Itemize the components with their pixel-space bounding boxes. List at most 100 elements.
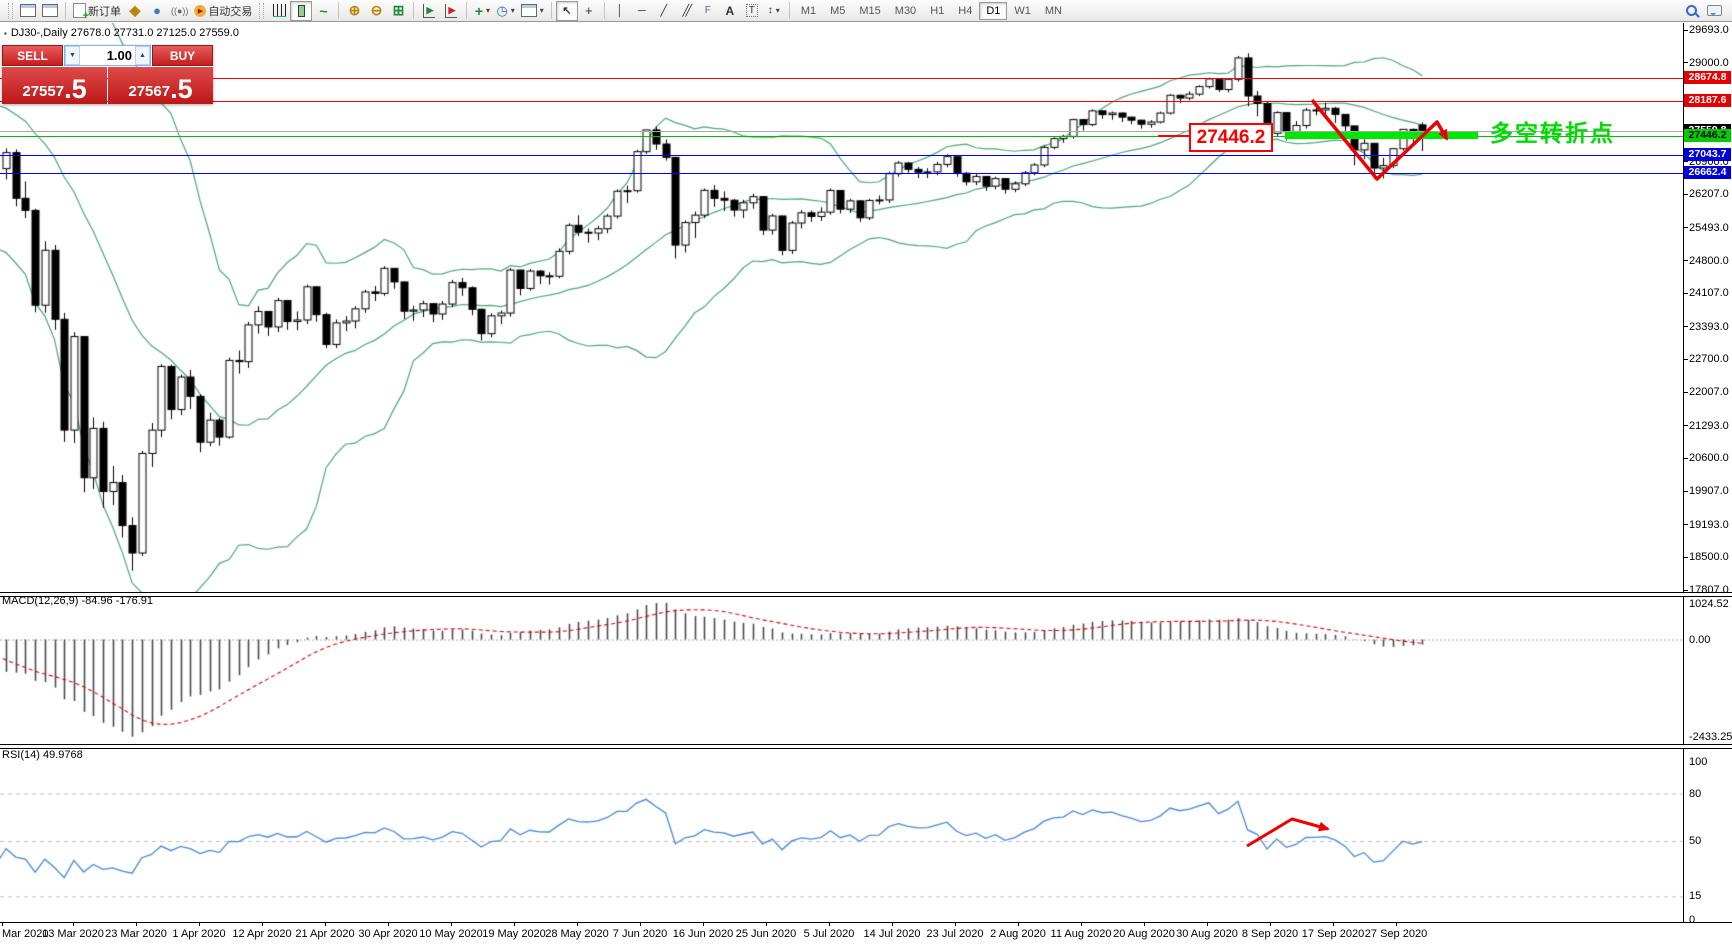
templates-button[interactable]: ▾ xyxy=(518,1,547,21)
label-tool-icon: T xyxy=(746,4,758,17)
chart-symbol-icon: ▪ xyxy=(4,29,7,38)
date-axis-label: 12 Apr 2020 xyxy=(232,928,291,940)
zoom-out-button[interactable]: ⊖ xyxy=(365,1,387,21)
date-axis-tick xyxy=(703,923,704,926)
toolbar-grip xyxy=(259,3,264,19)
top-toolbar: 新订单 ◆ ● ((●)) ▶ 自动交易 ~ ⊕ ⊖ ⊞ ▶ ▶ +▾ ◷▾ ▾… xyxy=(0,0,1732,22)
crosshair-icon: + xyxy=(585,3,593,18)
cursor-tool-button[interactable]: ↖ xyxy=(556,1,578,21)
indicators-plus-icon: + xyxy=(475,3,483,19)
volume-decrease-button[interactable]: ▼ xyxy=(65,46,80,65)
up-arrow-icon: ▲ xyxy=(139,52,146,59)
date-axis-tick xyxy=(766,923,767,926)
fibonacci-icon: F xyxy=(705,5,711,16)
new-order-icon xyxy=(73,3,86,18)
date-axis-tick xyxy=(955,923,956,926)
periods-button[interactable]: ◷▾ xyxy=(493,1,517,21)
date-axis-label: 2 Aug 2020 xyxy=(990,928,1046,940)
rsi-axis-label: 15 xyxy=(1689,890,1701,902)
main-chart-canvas[interactable] xyxy=(0,23,1684,592)
price-badge-27043.7: 27043.7 xyxy=(1684,148,1731,161)
volume-increase-button[interactable]: ▲ xyxy=(135,46,150,65)
price-badge-28187.6: 28187.6 xyxy=(1684,94,1731,107)
bar-chart-icon xyxy=(273,4,286,17)
green-highlight-band[interactable] xyxy=(1285,132,1478,139)
panel-divider[interactable] xyxy=(0,592,1732,597)
timeframe-button-mn[interactable]: MN xyxy=(1038,2,1069,20)
new-order-button[interactable]: 新订单 xyxy=(70,1,124,21)
date-axis-tick xyxy=(1018,923,1019,926)
timeframe-button-m30[interactable]: M30 xyxy=(888,2,923,20)
label-tool-button[interactable]: T xyxy=(741,1,763,21)
macd-panel-canvas[interactable] xyxy=(0,596,1684,744)
new-chart-button[interactable] xyxy=(17,1,39,21)
trendline-tool-button[interactable]: ╱ xyxy=(653,1,675,21)
vertical-line-tool-button[interactable]: │ xyxy=(609,1,631,21)
timeframe-button-m1[interactable]: M1 xyxy=(794,2,823,20)
date-axis-label: 30 Apr 2020 xyxy=(358,928,417,940)
price-axis-label: 29000.0 xyxy=(1689,57,1729,69)
price-axis-label: 22700.0 xyxy=(1689,353,1729,365)
date-axis-label: 5 Jul 2020 xyxy=(804,928,855,940)
timeframe-button-m15[interactable]: M15 xyxy=(852,2,887,20)
bar-chart-mode-button[interactable] xyxy=(268,1,290,21)
search-icon[interactable] xyxy=(1686,5,1697,16)
price-axis-label: 23393.0 xyxy=(1689,321,1729,333)
buy-price-display[interactable]: 27567 .5 xyxy=(108,67,213,104)
level-price-box[interactable]: 27446.2 xyxy=(1189,123,1273,152)
text-tool-button[interactable]: A xyxy=(719,1,741,21)
date-axis-tick xyxy=(325,923,326,926)
timeframe-button-h4[interactable]: H4 xyxy=(951,2,979,20)
tile-windows-button[interactable]: ⊞ xyxy=(387,1,409,21)
profiles-button[interactable] xyxy=(39,1,61,21)
price-axis-label: 24800.0 xyxy=(1689,255,1729,267)
date-axis-label: Mar 2020 xyxy=(2,928,48,940)
date-axis-tick xyxy=(640,923,641,926)
horizontal-line-tool-button[interactable]: ─ xyxy=(631,1,653,21)
zoom-in-button[interactable]: ⊕ xyxy=(343,1,365,21)
one-click-trading-panel: SELL ▼ ▲ BUY 27557 .5 27567 .5 xyxy=(2,45,213,104)
macd-axis-label: -2433.25 xyxy=(1689,731,1732,743)
date-axis-label: 17 Sep 2020 xyxy=(1302,928,1364,940)
volume-input[interactable] xyxy=(80,46,135,65)
date-axis-tick xyxy=(1396,923,1397,926)
panel-divider[interactable] xyxy=(0,744,1732,749)
date-axis-label: 14 Jul 2020 xyxy=(864,928,921,940)
autotrading-button[interactable]: ▶ 自动交易 xyxy=(191,1,255,21)
price-axis-label: 18500.0 xyxy=(1689,551,1729,563)
market-watch-button[interactable]: ● xyxy=(146,1,168,21)
vertical-line-icon: │ xyxy=(616,5,623,17)
date-axis-label: 19 May 2020 xyxy=(482,928,546,940)
toolbar-separator xyxy=(789,2,790,19)
timeframe-button-w1[interactable]: W1 xyxy=(1007,2,1038,20)
chart-shift-button[interactable]: ▶ xyxy=(440,1,462,21)
crosshair-tool-button[interactable]: + xyxy=(578,1,600,21)
timeframe-button-d1[interactable]: D1 xyxy=(979,2,1007,20)
history-center-button[interactable]: ◆ xyxy=(124,1,146,21)
buy-button[interactable]: BUY xyxy=(152,45,213,66)
channel-tool-button[interactable]: ╱ xyxy=(675,1,697,21)
signals-button[interactable]: ((●)) xyxy=(168,1,191,21)
line-chart-mode-button[interactable]: ~ xyxy=(312,1,334,21)
timeframe-button-m5[interactable]: M5 xyxy=(823,2,852,20)
timeframe-button-h1[interactable]: H1 xyxy=(923,2,951,20)
volume-stepper: ▼ ▲ xyxy=(64,45,151,66)
down-arrow-icon: ▼ xyxy=(69,52,76,59)
price-axis-label: 20600.0 xyxy=(1689,452,1729,464)
rsi-panel-canvas[interactable] xyxy=(0,748,1684,922)
indicators-button[interactable]: +▾ xyxy=(471,1,493,21)
arrows-tool-button[interactable]: ↕▾ xyxy=(763,1,785,21)
candlestick-mode-button[interactable] xyxy=(290,1,312,21)
chat-icon[interactable] xyxy=(1707,5,1722,16)
sell-button[interactable]: SELL xyxy=(2,45,63,66)
sell-price-display[interactable]: 27557 .5 xyxy=(2,67,107,104)
zoom-out-icon: ⊖ xyxy=(371,2,383,19)
price-axis-line xyxy=(1683,23,1684,922)
fibonacci-tool-button[interactable]: F xyxy=(697,1,719,21)
toolbar-separator xyxy=(413,2,414,19)
auto-scroll-button[interactable]: ▶ xyxy=(418,1,440,21)
date-axis-label: 23 Mar 2020 xyxy=(105,928,167,940)
chevron-down-icon: ▾ xyxy=(511,6,515,15)
toolbar-separator xyxy=(551,2,552,19)
template-icon xyxy=(521,4,537,17)
